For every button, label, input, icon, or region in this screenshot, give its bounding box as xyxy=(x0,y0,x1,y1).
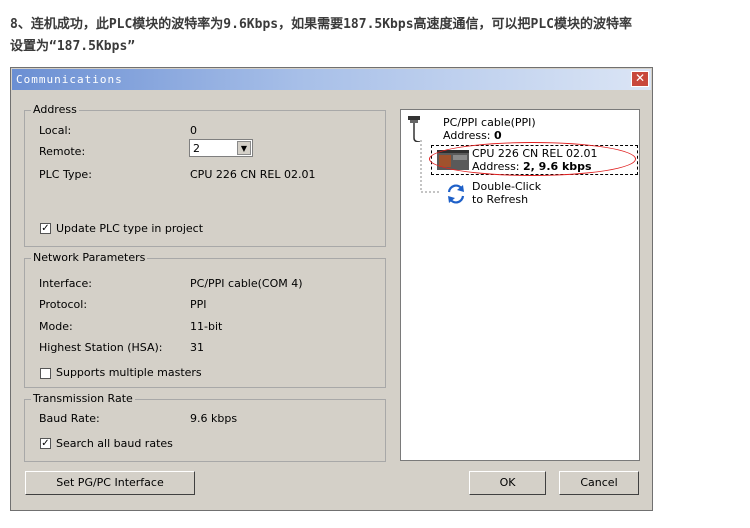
title-bar[interactable]: Communications ✕ xyxy=(12,69,651,90)
cable-name: PC/PPI cable(PPI) xyxy=(443,116,536,129)
hsa-value: 31 xyxy=(190,341,204,354)
caption-line-1: 8、连机成功，此PLC模块的波特率为9.6Kbps，如果需要187.5Kbps高… xyxy=(10,17,633,32)
refresh-icon xyxy=(447,184,465,204)
cable-address-value: 0 xyxy=(494,129,502,142)
instruction-caption: 8、连机成功，此PLC模块的波特率为9.6Kbps，如果需要187.5Kbps高… xyxy=(10,14,745,58)
remote-label: Remote: xyxy=(39,145,86,158)
ok-button[interactable]: OK xyxy=(469,471,546,495)
refresh-line-1: Double-Click xyxy=(472,180,542,193)
remote-address-value: 2 xyxy=(193,142,200,155)
baud-rate-label: Baud Rate: xyxy=(39,412,100,425)
chevron-down-icon[interactable]: ▼ xyxy=(237,141,251,155)
ppi-cable-node[interactable]: PC/PPI cable(PPI) Address: 0 xyxy=(405,116,605,142)
multiple-masters-checkbox[interactable] xyxy=(40,368,51,379)
check-icon: ✓ xyxy=(41,438,50,449)
search-baud-rates-label[interactable]: Search all baud rates xyxy=(56,437,173,450)
network-parameters-group: Network Parameters Interface: PC/PPI cab… xyxy=(24,251,386,388)
transmission-legend: Transmission Rate xyxy=(31,392,135,405)
search-baud-rates-checkbox[interactable]: ✓ xyxy=(40,438,51,449)
address-legend: Address xyxy=(31,103,79,116)
network-tree-panel[interactable]: PC/PPI cable(PPI) Address: 0 CPU 226 CN … xyxy=(400,109,640,461)
close-button[interactable]: ✕ xyxy=(631,71,649,87)
refresh-line-2: to Refresh xyxy=(472,193,529,206)
mode-label: Mode: xyxy=(39,320,73,333)
multiple-masters-label[interactable]: Supports multiple masters xyxy=(56,366,202,379)
interface-label: Interface: xyxy=(39,277,92,290)
update-plc-type-label[interactable]: Update PLC type in project xyxy=(56,222,203,235)
address-group: Address Local: 0 Remote: PLC Type: CPU 2… xyxy=(24,103,386,247)
window-title: Communications xyxy=(16,73,123,86)
cancel-button[interactable]: Cancel xyxy=(559,471,639,495)
protocol-value: PPI xyxy=(190,298,207,311)
hsa-label: Highest Station (HSA): xyxy=(39,341,163,354)
baud-rate-value: 9.6 kbps xyxy=(190,412,238,425)
highlight-ellipse xyxy=(429,142,636,176)
interface-value: PC/PPI cable(COM 4) xyxy=(190,277,303,290)
cable-icon xyxy=(408,116,421,142)
update-plc-type-checkbox[interactable]: ✓ xyxy=(40,223,51,234)
network-legend: Network Parameters xyxy=(31,251,148,264)
plc-type-value: CPU 226 CN REL 02.01 xyxy=(190,168,316,181)
local-label: Local: xyxy=(39,124,72,137)
mode-value: 11-bit xyxy=(190,320,223,333)
local-value: 0 xyxy=(190,124,197,137)
check-icon: ✓ xyxy=(41,223,50,234)
caption-line-2: 设置为“187.5Kbps” xyxy=(10,39,136,54)
protocol-label: Protocol: xyxy=(39,298,88,311)
transmission-rate-group: Transmission Rate Baud Rate: 9.6 kbps ✓ … xyxy=(24,392,386,462)
refresh-node[interactable]: Double-Click to Refresh xyxy=(435,180,575,208)
set-pgpc-interface-button[interactable]: Set PG/PC Interface xyxy=(25,471,195,495)
communications-dialog: Communications ✕ Address Local: 0 Remote… xyxy=(10,67,653,511)
remote-address-select[interactable]: 2 ▼ xyxy=(189,139,253,157)
plc-type-label: PLC Type: xyxy=(39,168,92,181)
close-icon: ✕ xyxy=(634,71,646,85)
